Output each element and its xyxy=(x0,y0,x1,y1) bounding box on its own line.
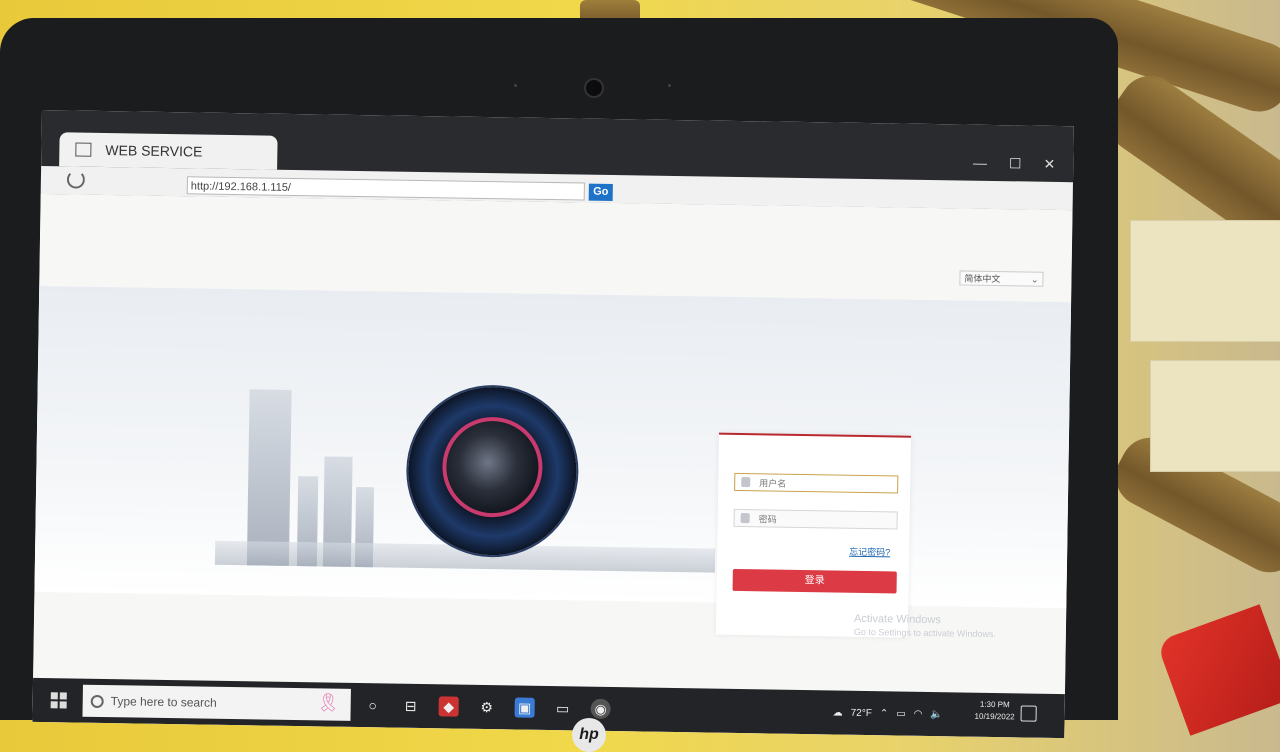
tray-chevron-up-icon[interactable]: ⌃ xyxy=(880,708,889,719)
volume-icon[interactable]: 🔈 xyxy=(930,709,943,720)
task-view-icon[interactable]: ⊟ xyxy=(401,696,421,716)
webcam-indicator xyxy=(668,84,671,87)
hero-banner: 用户名 密码 忘记密码? 登录 xyxy=(34,285,1072,638)
weather-temp[interactable]: 72°F xyxy=(851,707,872,718)
floor-tile xyxy=(1150,360,1280,472)
lock-icon xyxy=(740,513,750,524)
weather-cloud-icon[interactable]: ☁ xyxy=(833,707,843,718)
login-panel: 用户名 密码 忘记密码? 登录 xyxy=(715,432,911,638)
window-controls: — ☐ ✕ xyxy=(973,155,1056,173)
language-select[interactable]: 简体中文 ⌄ xyxy=(959,270,1044,287)
password-placeholder: 密码 xyxy=(758,514,777,525)
tab-title: WEB SERVICE xyxy=(105,142,203,160)
cortana-icon[interactable]: ○ xyxy=(363,695,383,715)
activate-windows-subtitle: Go to Settings to activate Windows. xyxy=(853,626,997,640)
taskbar-search[interactable]: Type here to search xyxy=(82,684,351,721)
camera-lens-graphic xyxy=(407,385,578,557)
city-building xyxy=(246,389,292,566)
restore-icon xyxy=(75,142,92,157)
notification-icon[interactable] xyxy=(1020,705,1037,722)
floor-tile xyxy=(1130,220,1280,342)
web-page: 简体中文 ⌄ 用户名 密码 忘记密码? 登录 Activate Windows … xyxy=(32,193,1073,739)
forgot-password-link[interactable]: 忘记密码? xyxy=(849,545,890,559)
hp-logo: hp xyxy=(572,718,606,752)
activate-windows-title: Activate Windows xyxy=(854,612,942,627)
username-placeholder: 用户名 xyxy=(759,478,787,489)
search-icon xyxy=(90,694,104,709)
browser-chrome: WEB SERVICE — ☐ ✕ http://192.168.1.115/ … xyxy=(40,110,1074,211)
go-button[interactable]: Go xyxy=(588,183,613,201)
battery-icon[interactable]: ▭ xyxy=(896,708,906,719)
user-icon xyxy=(741,477,751,488)
login-button[interactable]: 登录 xyxy=(732,568,897,594)
camera-lens-inner xyxy=(441,416,544,518)
maximize-button[interactable]: ☐ xyxy=(1009,155,1022,172)
clock-time: 1:30 PM xyxy=(979,699,1010,710)
webcam-indicator xyxy=(514,84,517,87)
terminal-icon[interactable]: ▭ xyxy=(553,698,573,718)
wifi-icon[interactable]: ◠ xyxy=(914,708,923,719)
webcam xyxy=(584,78,604,98)
settings-gear-icon[interactable]: ⚙ xyxy=(477,697,497,717)
username-field[interactable]: 用户名 xyxy=(734,472,899,494)
app-icon[interactable]: ◆ xyxy=(438,696,459,717)
taskbar-search-placeholder: Type here to search xyxy=(110,694,217,710)
laptop-bezel: WEB SERVICE — ☐ ✕ http://192.168.1.115/ … xyxy=(0,18,1118,752)
password-field[interactable]: 密码 xyxy=(733,508,898,530)
system-tray: ☁ 72°F ⌃ ▭ ◠ 🔈 xyxy=(832,690,943,736)
laptop-screen: WEB SERVICE — ☐ ✕ http://192.168.1.115/ … xyxy=(32,110,1074,739)
file-explorer-icon[interactable]: ▣ xyxy=(514,697,535,718)
chevron-down-icon: ⌄ xyxy=(1030,274,1039,285)
clock-date: 10/19/2022 xyxy=(974,711,1015,722)
red-pliers xyxy=(1156,604,1280,736)
web-service-app-icon[interactable]: ◉ xyxy=(590,698,611,720)
windows-start-icon[interactable] xyxy=(50,692,67,709)
minimize-button[interactable]: — xyxy=(973,155,987,172)
browser-tab[interactable]: WEB SERVICE xyxy=(59,132,278,170)
ribbon-icon: 🎗 xyxy=(316,692,340,713)
language-select-value: 简体中文 xyxy=(964,273,1001,285)
close-button[interactable]: ✕ xyxy=(1043,156,1055,173)
refresh-icon[interactable] xyxy=(66,170,86,189)
